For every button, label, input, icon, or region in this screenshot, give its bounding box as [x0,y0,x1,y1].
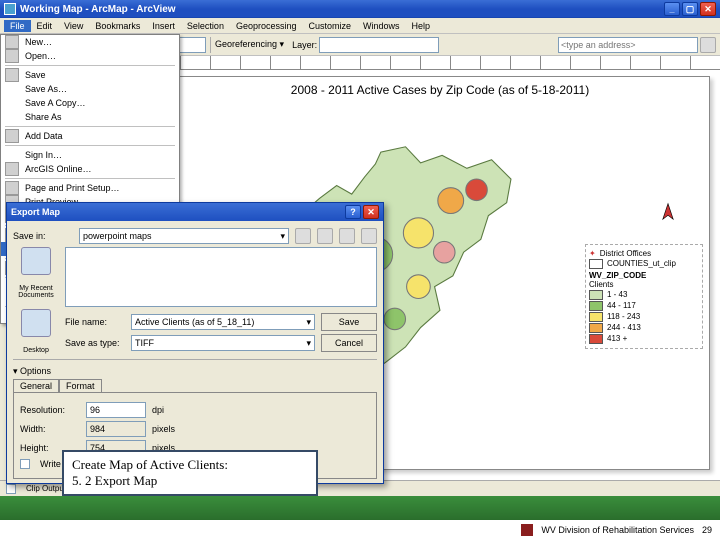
menuitem-save-copy[interactable]: Save A Copy… [1,96,179,110]
menuitem-save-as[interactable]: Save As… [1,82,179,96]
worldfile-checkbox[interactable] [20,459,30,469]
desktop-label: Desktop [23,347,49,354]
dialog-help-button[interactable]: ? [345,205,361,219]
menu-windows[interactable]: Windows [357,20,406,32]
menu-edit[interactable]: Edit [31,20,59,32]
savein-label: Save in: [13,231,73,241]
layers-label: Layer: [292,40,317,50]
saveastype-label: Save as type: [65,338,125,348]
nav-back-icon[interactable] [295,228,311,244]
window-close-button[interactable]: ✕ [700,2,716,16]
menuitem-new[interactable]: New… [1,35,179,49]
savein-select[interactable]: powerpoint maps▾ [79,228,289,244]
menu-help[interactable]: Help [406,20,437,32]
new-icon [5,35,19,49]
layer-select[interactable] [319,37,439,53]
new-folder-icon[interactable] [339,228,355,244]
map-legend: ✦District Offices COUNTIES_ut_clip WV_ZI… [585,244,703,349]
desktop-icon[interactable] [21,309,51,337]
file-list-area[interactable] [65,247,377,307]
footer-page: 29 [702,525,712,535]
menu-bookmarks[interactable]: Bookmarks [89,20,146,32]
filename-input[interactable]: Active Clients (as of 5_18_11)▾ [131,314,315,330]
tab-format[interactable]: Format [59,379,102,392]
menuitem-page-setup[interactable]: Page and Print Setup… [1,181,179,195]
window-maximize-button[interactable]: ▢ [682,2,698,16]
width-unit: pixels [152,424,175,434]
tab-general[interactable]: General [13,379,59,392]
footer-logo-icon [521,524,533,536]
open-icon [5,49,19,63]
menuitem-arcgis-online[interactable]: ArcGIS Online… [1,162,179,176]
menuitem-sign-in[interactable]: Sign In… [1,148,179,162]
menu-geoprocessing[interactable]: Geoprocessing [230,20,303,32]
menu-insert[interactable]: Insert [146,20,181,32]
globe-icon [5,162,19,176]
app-icon [4,3,16,15]
page-setup-icon [5,181,19,195]
save-button[interactable]: Save [321,313,377,331]
export-map-dialog: Export Map ? ✕ Save in: powerpoint maps▾… [6,202,384,484]
options-toggle[interactable]: ▾ Options [13,366,51,376]
saveastype-select[interactable]: TIFF▾ [131,335,315,351]
search-icon[interactable] [700,37,716,53]
add-data-icon [5,129,19,143]
menu-view[interactable]: View [58,20,89,32]
width-readout: 984 [86,421,146,437]
menuitem-save[interactable]: Save [1,68,179,82]
slide-callout: Create Map of Active Clients: 5. 2 Expor… [62,450,318,497]
menuitem-share-as[interactable]: Share As [1,110,179,124]
recent-docs-icon[interactable] [21,247,51,275]
recent-docs-label: My Recent Documents [13,285,59,299]
width-label: Width: [20,424,80,434]
menu-file[interactable]: File [4,20,31,32]
slide-footer: WV Division of Rehabilitation Services 2… [0,520,720,540]
window-minimize-button[interactable]: _ [664,2,680,16]
nav-up-icon[interactable] [317,228,333,244]
address-search-input[interactable] [558,37,698,53]
dialog-close-button[interactable]: ✕ [363,205,379,219]
cancel-button[interactable]: Cancel [321,334,377,352]
resolution-label: Resolution: [20,405,80,415]
menu-selection[interactable]: Selection [181,20,230,32]
menuitem-open[interactable]: Open… [1,49,179,63]
resolution-input[interactable]: 96 [86,402,146,418]
clip-extent-checkbox[interactable] [6,484,16,494]
windows-taskbar[interactable] [0,496,720,520]
menuitem-add-data[interactable]: Add Data [1,129,179,143]
window-title: Working Map - ArcMap - ArcView [20,4,176,15]
menu-customize[interactable]: Customize [303,20,358,32]
dialog-title: Export Map [11,207,60,217]
dialog-titlebar[interactable]: Export Map ? ✕ [7,203,383,221]
resolution-unit: dpi [152,405,164,415]
footer-org: WV Division of Rehabilitation Services [541,525,694,535]
georef-label: Georeferencing ▾ [215,39,284,50]
view-menu-icon[interactable] [361,228,377,244]
map-title: 2008 - 2011 Active Cases by Zip Code (as… [171,77,709,99]
menubar: File Edit View Bookmarks Insert Selectio… [0,18,720,34]
window-titlebar: Working Map - ArcMap - ArcView _ ▢ ✕ [0,0,720,18]
save-icon [5,68,19,82]
filename-label: File name: [65,317,125,327]
north-arrow-icon [653,200,679,226]
